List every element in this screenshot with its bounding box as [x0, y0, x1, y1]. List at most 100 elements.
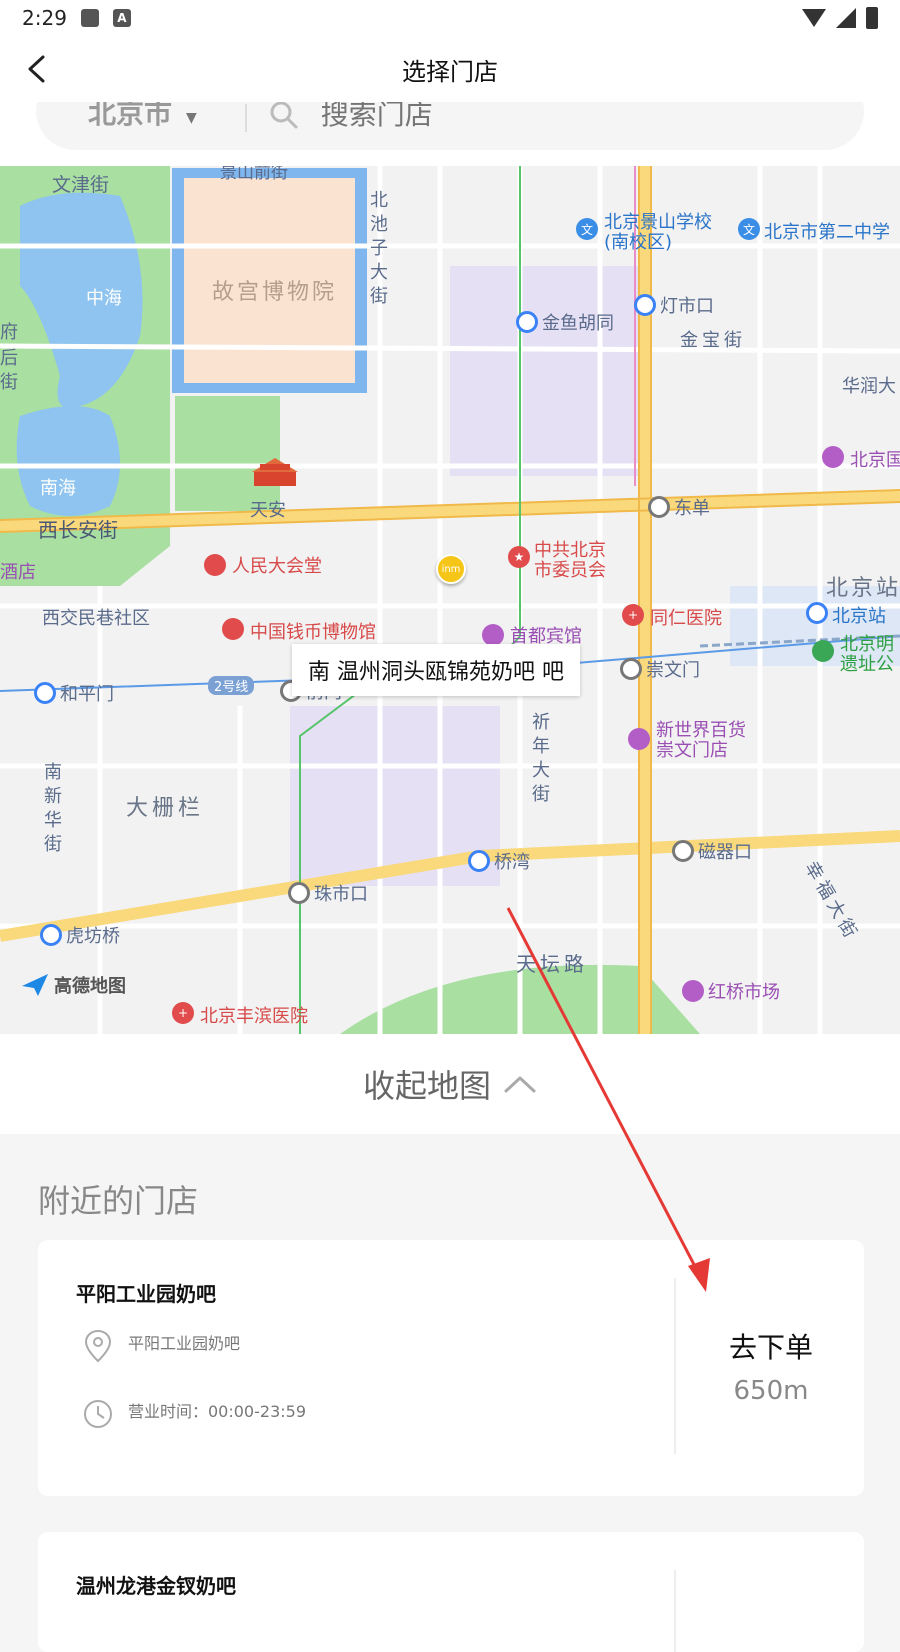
- search-input[interactable]: [318, 102, 623, 132]
- map-label: 南新华街: [41, 762, 62, 858]
- map-label: 中国钱币博物馆: [250, 622, 376, 643]
- map-label: 酒店: [0, 562, 36, 583]
- hotel-icon: [482, 624, 504, 646]
- clock-icon: [84, 1400, 112, 1428]
- map-label: 北京站: [832, 606, 886, 627]
- amap-logo-text: 高德地图: [54, 976, 126, 997]
- map-label: 人民大会堂: [232, 556, 322, 577]
- store-card[interactable]: 平阳工业园奶吧 平阳工业园奶吧 营业时间：00:00-23:59 去下单 650…: [38, 1240, 864, 1496]
- map-label: 后: [0, 348, 18, 369]
- map-label: 中海: [86, 288, 122, 309]
- map-label: 天安: [250, 500, 286, 521]
- shopping-icon: [682, 980, 704, 1002]
- search-area: 北京市 ▼: [0, 102, 900, 166]
- map-label: 磁器口: [698, 842, 752, 863]
- metro-station-icon: [288, 882, 310, 904]
- map-label: 红桥市场: [708, 982, 780, 1003]
- place-order-button[interactable]: 去下单 650m: [678, 1326, 864, 1406]
- amap-logo-icon: [22, 974, 48, 996]
- map-label: 东单: [674, 498, 710, 519]
- store-location-pin[interactable]: inm: [436, 554, 466, 584]
- store-address: 平阳工业园奶吧: [128, 1334, 241, 1353]
- hotel-icon: [822, 446, 844, 468]
- map-label: 桥湾: [494, 852, 530, 873]
- chevron-up-icon: [504, 1076, 536, 1093]
- status-time: 2:29: [22, 6, 67, 30]
- metro-station-icon: [620, 658, 642, 680]
- metro-station-icon: [516, 311, 538, 333]
- map-label: 北池子大街: [367, 190, 388, 310]
- map-label: 大栅栏: [126, 796, 205, 821]
- landmark-icon: [204, 554, 226, 576]
- school-icon: 文: [576, 218, 598, 240]
- hospital-icon: +: [622, 604, 644, 626]
- image-notification-icon: [80, 9, 99, 27]
- battery-icon: [866, 7, 878, 29]
- map-label: 灯市口: [660, 296, 714, 317]
- metro-station-icon: [672, 840, 694, 862]
- city-selector[interactable]: 北京市: [88, 102, 172, 132]
- nearby-stores-title: 附近的门店: [38, 1182, 199, 1220]
- government-icon: ★: [508, 546, 530, 568]
- map-label: 同仁医院: [650, 608, 722, 629]
- place-order-label: 去下单: [728, 1331, 813, 1364]
- map-label: 崇文门: [646, 660, 700, 681]
- school-icon: 文: [738, 218, 760, 240]
- map-label: 虎坊桥: [66, 926, 120, 947]
- map-label: (南校区): [604, 232, 673, 253]
- map-label: 文津街: [52, 174, 110, 196]
- a-notification-icon: A: [112, 9, 131, 27]
- signal-icon: [836, 8, 856, 28]
- map-canvas: [0, 166, 900, 1034]
- map-label: 金鱼胡同: [542, 313, 614, 334]
- store-name: 平阳工业园奶吧: [76, 1282, 216, 1306]
- store-card[interactable]: 温州龙港金钗奶吧: [38, 1532, 864, 1652]
- status-bar: 2:29 A: [0, 0, 900, 36]
- map-label: 华润大: [842, 376, 896, 397]
- map-label: 珠市口: [314, 884, 368, 905]
- shopping-icon: [628, 728, 650, 750]
- store-address-row: 平阳工业园奶吧: [82, 1328, 240, 1364]
- metro-station-icon: [648, 496, 670, 518]
- metro-station-icon: [806, 602, 828, 624]
- map-label: 遗址公: [840, 654, 894, 675]
- store-hours: 营业时间：00:00-23:59: [128, 1402, 306, 1421]
- metro-line-badge: 2号线: [208, 676, 255, 695]
- collapse-map-button[interactable]: 收起地图: [0, 1034, 900, 1134]
- map-label: 西长安街: [38, 518, 118, 542]
- search-bar: 北京市 ▼: [36, 102, 864, 150]
- map-label: 景山前街: [220, 166, 288, 183]
- map-label: 故宫博物院: [212, 280, 338, 305]
- top-app-bar: 选择门店: [0, 36, 900, 102]
- store-distance: 650m: [733, 1376, 809, 1406]
- metro-station-icon: [40, 924, 62, 946]
- map-label: 南海: [40, 478, 76, 499]
- tiananmen-icon: [252, 458, 298, 486]
- back-button[interactable]: [18, 50, 54, 88]
- map-label: 天坛路: [516, 952, 588, 976]
- map-label: 北京市第二中学: [764, 222, 890, 243]
- caret-down-icon[interactable]: ▼: [186, 110, 197, 126]
- map-label: 市委员会: [534, 560, 606, 581]
- chevron-left-icon: [28, 55, 45, 83]
- map-label: 西交民巷社区: [42, 608, 150, 629]
- store-callout[interactable]: 南 温州洞头瓯锦苑奶吧 吧: [292, 644, 580, 696]
- map-view[interactable]: 文津街 景山前街 故宫博物院 北池子大街 中海 南海 西长安街 天安 文 北京景…: [0, 166, 900, 1034]
- collapse-map-label: 收起地图: [362, 1067, 491, 1105]
- location-pin-icon: [84, 1329, 112, 1363]
- map-label: 北京国: [850, 450, 900, 471]
- card-divider: [674, 1278, 676, 1454]
- amap-logo: 高德地图: [20, 972, 126, 998]
- metro-station-icon: [634, 294, 656, 316]
- map-label: 府: [0, 322, 18, 343]
- store-name: 温州龙港金钗奶吧: [76, 1574, 236, 1598]
- wifi-icon: [802, 9, 826, 27]
- map-label: 祈年大街: [529, 712, 550, 808]
- map-label: 街: [0, 372, 18, 393]
- map-label: 北京丰滨医院: [200, 1006, 308, 1027]
- store-hours-row: 营业时间：00:00-23:59: [82, 1396, 306, 1430]
- hospital-icon: +: [172, 1002, 194, 1024]
- metro-station-icon: [34, 682, 56, 704]
- park-icon: [812, 640, 834, 662]
- map-label: 金宝街: [680, 330, 746, 351]
